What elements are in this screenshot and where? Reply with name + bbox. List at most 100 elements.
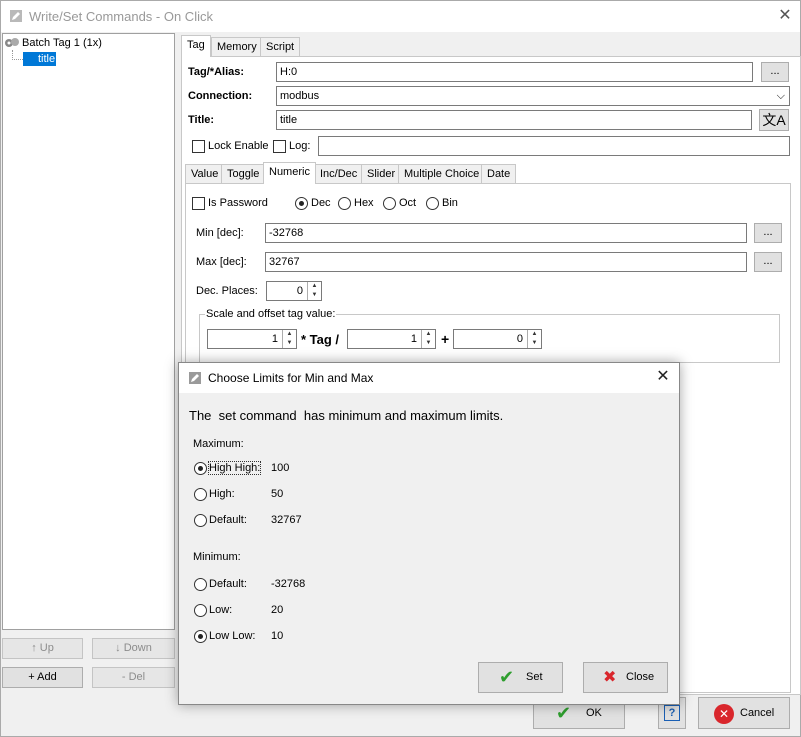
pencil-icon	[10, 10, 22, 22]
dialog-close-button[interactable]: ✖ Close	[583, 662, 668, 693]
window-title: Write/Set Commands - On Click	[29, 9, 213, 24]
plus-label: +	[441, 331, 450, 347]
tree-item-title[interactable]: title	[23, 52, 56, 66]
tab-slider[interactable]: Slider	[361, 164, 402, 184]
choose-limits-dialog: Choose Limits for Min and Max ✕ The set …	[178, 362, 680, 705]
hex-label: Hex	[354, 197, 374, 209]
divisor-stepper[interactable]: 1 ▲ ▼	[347, 329, 436, 349]
dec-label: Dec	[311, 197, 331, 209]
tab-toggle[interactable]: Toggle	[221, 164, 266, 184]
dialog-close-icon[interactable]: ✕	[653, 367, 673, 387]
high-label: High:	[209, 488, 235, 500]
max-label: Max [dec]:	[196, 256, 247, 268]
minimum-label: Minimum:	[193, 551, 241, 563]
dialog-title: Choose Limits for Min and Max	[208, 371, 374, 385]
tab-numeric[interactable]: Numeric	[263, 162, 316, 184]
times-tag-label: * Tag /	[301, 332, 340, 347]
close-label: Close	[626, 671, 655, 683]
tag-alias-input[interactable]: H:0	[276, 62, 753, 82]
spinner-arrows-icon[interactable]: ▲ ▼	[527, 330, 541, 348]
scale-value: 1	[271, 333, 278, 345]
bin-radio[interactable]	[426, 197, 439, 210]
tab-inc-dec[interactable]: Inc/Dec	[314, 164, 364, 184]
spinner-arrows-icon[interactable]: ▲ ▼	[421, 330, 435, 348]
set-button[interactable]: ✔ Set	[478, 662, 563, 693]
cancel-icon: ✕	[714, 704, 734, 724]
is-password-label: Is Password	[208, 197, 268, 209]
max-default-label: Default:	[209, 514, 247, 526]
maximum-label: Maximum:	[193, 438, 244, 450]
cancel-label: Cancel	[740, 707, 775, 719]
dec-radio[interactable]	[295, 197, 308, 210]
tab-date[interactable]: Date	[481, 164, 517, 184]
tab-multiple-choice[interactable]: Multiple Choice	[398, 164, 486, 184]
set-label: Set	[526, 671, 543, 683]
check-icon: ✔	[499, 667, 515, 687]
max-default-radio[interactable]	[194, 514, 207, 527]
hex-radio[interactable]	[338, 197, 351, 210]
min-input[interactable]: -32768	[265, 223, 747, 243]
oct-radio[interactable]	[383, 197, 396, 210]
tree-root-label[interactable]: Batch Tag 1 (1x)	[22, 37, 102, 49]
low-radio[interactable]	[194, 604, 207, 617]
dec-places-value: 0	[296, 285, 303, 297]
log-checkbox[interactable]	[273, 140, 286, 153]
spinner-arrows-icon[interactable]: ▲ ▼	[307, 282, 321, 300]
low-low-value: 10	[271, 630, 284, 642]
is-password-checkbox[interactable]	[192, 197, 205, 210]
tag-alias-label: Tag/*Alias:	[188, 66, 245, 78]
tag-group-icon	[5, 38, 19, 47]
high-high-label: High High:	[207, 461, 262, 475]
scale-stepper[interactable]: 1 ▲ ▼	[207, 329, 297, 349]
low-low-label: Low Low:	[209, 630, 256, 642]
cancel-button[interactable]: ✕ Cancel	[698, 697, 790, 729]
close-window-icon[interactable]: ✕	[775, 6, 795, 26]
tab-script[interactable]: Script	[260, 37, 301, 57]
dec-places-stepper[interactable]: 0 ▲ ▼	[266, 281, 322, 301]
high-value: 50	[271, 488, 284, 500]
log-input[interactable]	[318, 136, 790, 156]
tag-browse-button[interactable]: ...	[761, 62, 789, 82]
connection-select[interactable]: modbus ⌵	[276, 86, 790, 106]
title-bar: Write/Set Commands - On Click ✕	[1, 1, 800, 32]
min-default-radio[interactable]	[194, 578, 207, 591]
log-label: Log:	[289, 140, 311, 152]
del-button[interactable]: - Del	[92, 667, 175, 688]
tab-value[interactable]: Value	[185, 164, 225, 184]
max-input[interactable]: 32767	[265, 252, 747, 272]
lock-enable-checkbox[interactable]	[192, 140, 205, 153]
low-label: Low:	[209, 604, 233, 616]
low-low-radio[interactable]	[194, 630, 207, 643]
min-default-label: Default:	[209, 578, 247, 590]
bin-label: Bin	[442, 197, 458, 209]
add-button[interactable]: + Add	[2, 667, 83, 688]
low-value: 20	[271, 604, 284, 616]
up-button[interactable]: ↑ Up	[2, 638, 83, 659]
high-radio[interactable]	[194, 488, 207, 501]
spinner-arrows-icon[interactable]: ▲ ▼	[282, 330, 296, 348]
offset-stepper[interactable]: 0 ▲ ▼	[453, 329, 542, 349]
command-type-tabs: Value Toggle Numeric Inc/Dec Slider Mult…	[185, 162, 785, 184]
title-input[interactable]: title	[276, 110, 752, 130]
min-browse-button[interactable]: ...	[754, 223, 782, 243]
top-tabs: Tag Memory Script	[181, 35, 801, 57]
tab-memory[interactable]: Memory	[211, 37, 263, 57]
oct-label: Oct	[399, 197, 417, 209]
connection-label: Connection:	[188, 90, 253, 102]
max-default-value: 32767	[271, 514, 302, 526]
translate-icon[interactable]: 文A	[759, 109, 789, 131]
high-high-radio[interactable]	[194, 462, 207, 475]
help-icon: ?	[664, 705, 680, 721]
tab-tag[interactable]: Tag	[181, 35, 211, 57]
max-browse-button[interactable]: ...	[754, 252, 782, 272]
pencil-icon	[189, 372, 201, 384]
command-tree[interactable]: Batch Tag 1 (1x) title	[2, 33, 175, 630]
min-label: Min [dec]:	[196, 227, 244, 239]
scale-offset-label: Scale and offset tag value:	[205, 308, 337, 320]
lock-enable-label: Lock Enable	[208, 140, 269, 152]
close-x-icon: ✖	[603, 669, 617, 686]
divisor-value: 1	[410, 333, 417, 345]
dec-places-label: Dec. Places:	[196, 285, 258, 297]
min-default-value: -32768	[271, 578, 306, 590]
down-button[interactable]: ↓ Down	[92, 638, 175, 659]
